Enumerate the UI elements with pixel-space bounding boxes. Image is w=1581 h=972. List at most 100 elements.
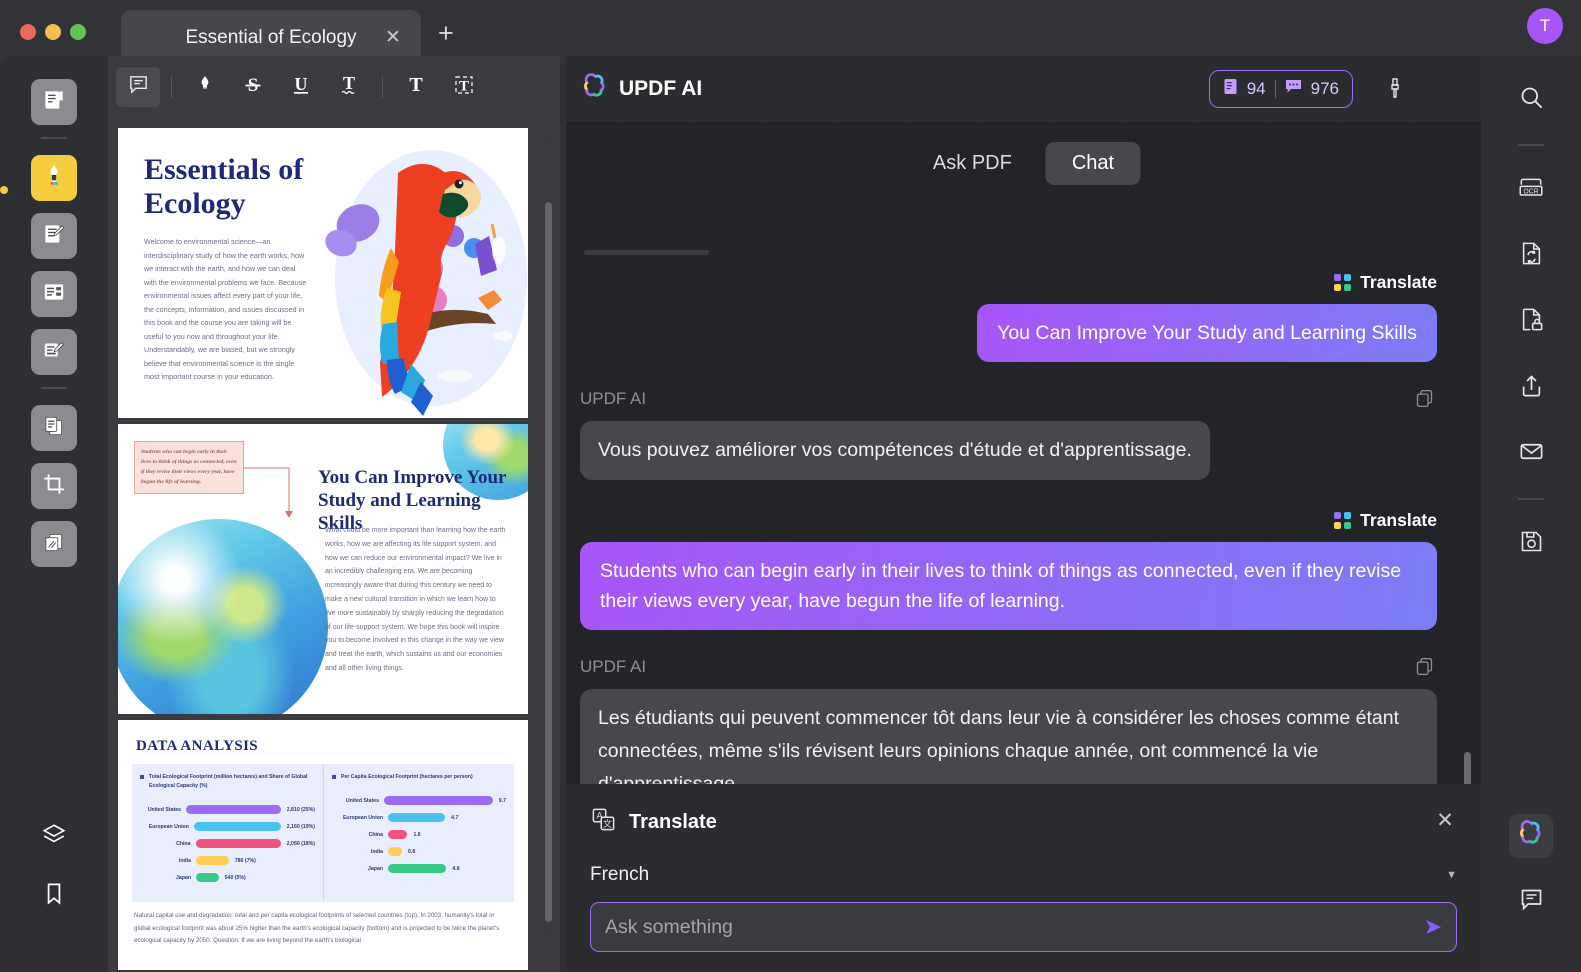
svg-text:OCR: OCR bbox=[1523, 188, 1538, 195]
pdf-page-1[interactable]: Essentials of Ecology Welcome to environ… bbox=[118, 128, 528, 418]
chart-bar-row: United States 9.7 bbox=[332, 792, 506, 809]
chart-title: Total Ecological Footprint (million hect… bbox=[149, 774, 308, 789]
assistant-header: UPDF AI bbox=[580, 388, 1437, 409]
chart-bar bbox=[388, 847, 402, 856]
updf-ai-button[interactable] bbox=[1509, 814, 1553, 858]
ai-panel-title: UPDF AI bbox=[619, 77, 703, 100]
ask-input-wrapper[interactable]: ➤ bbox=[590, 902, 1457, 952]
sidebar-item-crop[interactable] bbox=[31, 463, 77, 509]
plus-icon[interactable]: + bbox=[438, 20, 454, 47]
email-button[interactable] bbox=[1509, 432, 1553, 476]
translate-dots-icon bbox=[1334, 274, 1352, 291]
message-action-row: Translate bbox=[580, 272, 1437, 293]
brush-icon[interactable] bbox=[1383, 76, 1409, 102]
window-controls bbox=[20, 24, 86, 40]
svg-text:文: 文 bbox=[603, 818, 612, 829]
svg-text:T: T bbox=[409, 74, 423, 96]
chart-value-label: 4.7 bbox=[451, 814, 459, 821]
assistant-header: UPDF AI bbox=[580, 656, 1437, 677]
chart-value-label: 2,050 (18%) bbox=[286, 840, 315, 847]
highlighter-icon bbox=[41, 163, 67, 194]
pdf-pages-container[interactable]: Essentials of Ecology Welcome to environ… bbox=[118, 128, 530, 972]
language-value: French bbox=[590, 864, 650, 885]
chat-exchange: Translate You Can Improve Your Study and… bbox=[580, 272, 1437, 480]
chart-category-label: Japan bbox=[176, 874, 191, 881]
sidebar-item-organize[interactable] bbox=[31, 405, 77, 451]
chart-bar-row: Japan 4.8 bbox=[332, 860, 506, 877]
maximize-window-button[interactable] bbox=[70, 24, 86, 40]
sidebar-item-reader[interactable] bbox=[31, 79, 77, 125]
pdf-page-3[interactable]: DATA ANALYSIS Total Ecological Footprint… bbox=[118, 720, 528, 970]
signature-icon bbox=[41, 337, 67, 368]
strikethrough-tool[interactable]: S bbox=[231, 67, 275, 107]
share-button[interactable] bbox=[1509, 366, 1553, 410]
right-tool-rail: OCR bbox=[1481, 56, 1581, 972]
protect-button[interactable] bbox=[1509, 300, 1553, 344]
chart-category-label: Japan bbox=[368, 865, 383, 872]
convert-button[interactable] bbox=[1509, 234, 1553, 278]
composer-mode-label: Translate bbox=[629, 810, 717, 833]
sidebar-item-bookmarks[interactable] bbox=[31, 872, 77, 918]
chart-bar-row: European Union 4.7 bbox=[332, 809, 506, 826]
tab-chat[interactable]: Chat bbox=[1045, 142, 1141, 185]
chart-legend: Per Capita Ecological Footprint (hectare… bbox=[332, 773, 506, 782]
bookmark-icon bbox=[41, 880, 67, 911]
sidebar-item-layers[interactable] bbox=[31, 814, 77, 860]
squiggly-tool[interactable]: T bbox=[327, 67, 371, 107]
underline-tool[interactable]: U bbox=[279, 67, 323, 107]
data-analysis-charts: Total Ecological Footprint (million hect… bbox=[132, 764, 514, 902]
page2-highlight-note: Students who can begin early in their li… bbox=[134, 441, 244, 494]
tab-ask-pdf[interactable]: Ask PDF bbox=[907, 142, 1038, 185]
close-icon[interactable]: ✕ bbox=[383, 28, 403, 48]
send-icon[interactable]: ➤ bbox=[1424, 916, 1442, 938]
search-button[interactable] bbox=[1509, 78, 1553, 122]
chart-category-label: India bbox=[178, 857, 191, 864]
underline-icon: U bbox=[289, 73, 313, 102]
chat-scrollbar[interactable] bbox=[1464, 262, 1471, 852]
badge-divider bbox=[1274, 80, 1276, 98]
comment-tool[interactable] bbox=[116, 67, 160, 107]
copy-icon[interactable] bbox=[1414, 656, 1435, 677]
close-window-button[interactable] bbox=[20, 24, 36, 40]
sidebar-item-sign[interactable] bbox=[31, 329, 77, 375]
svg-text:U: U bbox=[295, 74, 308, 94]
chart-category-label: European Union bbox=[342, 814, 383, 821]
user-message-bubble: Students who can begin early in their li… bbox=[580, 542, 1437, 630]
language-select[interactable]: French ▼ bbox=[590, 864, 1457, 886]
sidebar-item-edit[interactable] bbox=[31, 213, 77, 259]
textbox-tool[interactable]: T bbox=[442, 67, 486, 107]
assistant-message-bubble: Vous pouvez améliorer vos compétences d'… bbox=[580, 421, 1210, 480]
comments-button[interactable] bbox=[1509, 880, 1553, 924]
close-icon[interactable]: ✕ bbox=[1433, 810, 1457, 834]
convert-file-icon bbox=[1518, 240, 1545, 272]
ai-composer: A 文 Translate ✕ French ▼ ➤ bbox=[566, 784, 1481, 972]
svg-text:T: T bbox=[343, 73, 355, 93]
action-label: Translate bbox=[1360, 272, 1437, 292]
text-tool[interactable]: T bbox=[394, 67, 438, 107]
save-button[interactable] bbox=[1509, 522, 1553, 566]
ai-credits-badge[interactable]: 94 976 bbox=[1208, 70, 1353, 108]
sidebar-item-forms[interactable] bbox=[31, 271, 77, 317]
highlight-tool[interactable] bbox=[183, 67, 227, 107]
sidebar-item-compare[interactable] bbox=[31, 521, 77, 567]
form-fields-icon bbox=[41, 279, 67, 310]
sidebar-item-highlighter[interactable] bbox=[31, 155, 77, 201]
chart-bar bbox=[196, 856, 229, 865]
edit-document-icon bbox=[41, 221, 67, 252]
pdf-page-2[interactable]: Students who can begin early in their li… bbox=[118, 424, 528, 714]
ocr-button[interactable]: OCR bbox=[1509, 168, 1553, 212]
toolbar-divider bbox=[171, 76, 172, 98]
copy-icon[interactable] bbox=[1414, 388, 1435, 409]
minimize-window-button[interactable] bbox=[45, 24, 61, 40]
chart-category-label: China bbox=[176, 840, 191, 847]
document-scrollbar-thumb[interactable] bbox=[545, 202, 552, 922]
highlighter-icon bbox=[193, 73, 217, 102]
search-input[interactable] bbox=[605, 915, 1424, 939]
updf-ai-logo-icon bbox=[1518, 820, 1545, 852]
chart-bar bbox=[388, 813, 446, 822]
updf-app-window: Essential of Ecology ✕ + T S U T T T Ess… bbox=[0, 0, 1581, 972]
avatar[interactable]: T bbox=[1527, 8, 1563, 44]
document-scrollbar[interactable] bbox=[545, 142, 552, 932]
chart-bar bbox=[384, 796, 493, 805]
action-label: Translate bbox=[1360, 510, 1437, 530]
